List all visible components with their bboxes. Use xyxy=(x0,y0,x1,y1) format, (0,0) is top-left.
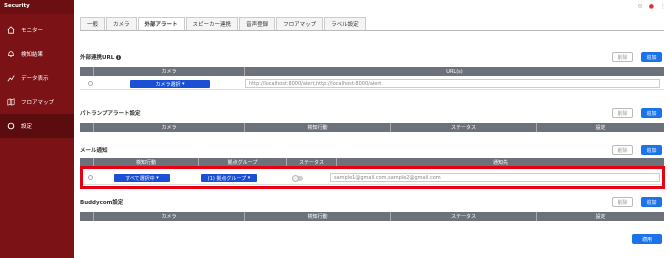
table-header: カメラ 検知行動 ステータス 設定 xyxy=(80,212,664,221)
sidebar-item-detection[interactable]: 検知結果 xyxy=(0,42,74,66)
highlight-box xyxy=(80,166,665,189)
more-icon[interactable]: ⋮ xyxy=(660,3,666,10)
tab-camera[interactable]: カメラ xyxy=(106,17,137,30)
add-button[interactable]: 追加 xyxy=(641,108,662,118)
apply-button[interactable]: 適用 xyxy=(632,234,662,244)
add-button[interactable]: 追加 xyxy=(641,197,662,207)
section-title-mail: メール通知 xyxy=(80,148,108,154)
sidebar-item-label: フロアマップ xyxy=(21,100,55,106)
header-camera: カメラ xyxy=(94,67,245,76)
header-settings: 設定 xyxy=(595,214,606,220)
section-title-buddycom: Buddycom設定 xyxy=(80,200,124,206)
header-camera: カメラ xyxy=(94,123,245,132)
tab-bar: 一般 カメラ 外部アラート スピーカー連携 音声登録 フロアマップ ラベル設定 xyxy=(80,17,664,31)
info-icon[interactable]: i xyxy=(116,55,122,60)
section-title-external-url: 外部連携URL i xyxy=(80,53,122,61)
camera-select[interactable]: カメラ選択 ▾ xyxy=(130,80,210,88)
map-icon xyxy=(6,98,15,107)
settings-icon[interactable]: ⚙ xyxy=(637,3,642,10)
sidebar-item-settings[interactable]: 設定 xyxy=(0,114,74,138)
sidebar-item-data[interactable]: データ表示 xyxy=(0,66,74,90)
header-camera: カメラ xyxy=(94,212,245,221)
header-status: ステータス xyxy=(391,123,537,132)
top-bar: ⚙ ● ⋮ xyxy=(74,0,670,14)
table-header: カメラ 検知行動 ステータス 設定 xyxy=(80,123,664,132)
sidebar-item-floormap[interactable]: フロアマップ xyxy=(0,90,74,114)
sidebar-item-label: 設定 xyxy=(21,124,33,130)
table-row: カメラ選択 ▾ http://localhost:8000/alert,http… xyxy=(80,78,664,90)
home-icon xyxy=(6,26,15,35)
header-urls: URL(s) xyxy=(446,68,463,75)
add-button[interactable]: 追加 xyxy=(641,52,662,62)
delete-button[interactable]: 削除 xyxy=(612,108,633,118)
section-title-text: 外部連携URL xyxy=(80,55,115,61)
app-title: Security xyxy=(0,0,74,14)
delete-button[interactable]: 削除 xyxy=(612,197,633,207)
header-settings: 設定 xyxy=(595,125,606,131)
header-detection: 検知行動 xyxy=(245,212,391,221)
tab-external-alert[interactable]: 外部アラート xyxy=(137,17,185,30)
sidebar: Security モニター 検知結果 データ表示 フロアマップ 設定 xyxy=(0,0,74,258)
sidebar-item-label: モニター xyxy=(21,28,44,34)
section-title-patlamp: パトランプアラート設定 xyxy=(80,111,141,117)
delete-button[interactable]: 削除 xyxy=(612,52,633,62)
gear-icon xyxy=(6,122,15,131)
notification-icon[interactable]: ● xyxy=(649,3,654,10)
tab-floormap[interactable]: フロアマップ xyxy=(276,17,324,30)
header-status: ステータス xyxy=(391,212,537,221)
tab-speaker[interactable]: スピーカー連携 xyxy=(185,17,239,30)
delete-button[interactable]: 削除 xyxy=(612,145,633,155)
table-header: カメラ URL(s) xyxy=(80,67,664,76)
bell-icon xyxy=(6,50,15,59)
url-input[interactable]: http://localhost:8000/alert,http://local… xyxy=(245,79,660,88)
header-detection: 検知行動 xyxy=(245,123,391,132)
chart-icon xyxy=(6,74,15,83)
sidebar-item-label: 検知結果 xyxy=(21,52,44,58)
row-radio[interactable] xyxy=(88,81,93,86)
tab-voice[interactable]: 音声登録 xyxy=(239,17,276,30)
add-button[interactable]: 追加 xyxy=(641,145,662,155)
tab-general[interactable]: 一般 xyxy=(80,17,106,30)
sidebar-item-label: データ表示 xyxy=(21,76,49,82)
tab-label[interactable]: ラベル設定 xyxy=(324,17,366,30)
sidebar-item-monitor[interactable]: モニター xyxy=(0,18,74,42)
camera-select-label: カメラ選択 xyxy=(155,81,181,88)
